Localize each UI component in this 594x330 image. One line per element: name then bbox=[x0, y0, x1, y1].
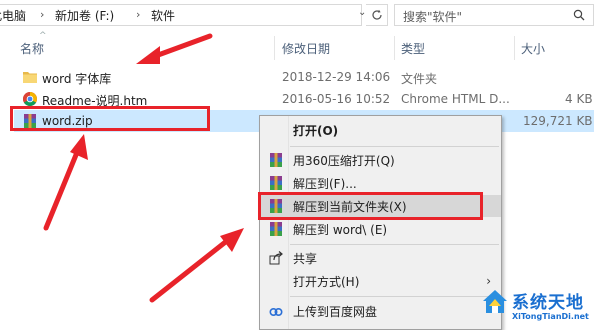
house-logo-icon bbox=[483, 290, 507, 313]
menu-item-label: 解压到 word\ (E) bbox=[293, 223, 388, 237]
folder-icon bbox=[23, 72, 37, 83]
menu-item-label: 打开(O) bbox=[293, 124, 339, 138]
column-divider[interactable] bbox=[394, 36, 395, 60]
file-name: word 字体库 bbox=[42, 72, 112, 86]
menu-item-open[interactable]: 打开(O) bbox=[260, 119, 501, 141]
column-header-size[interactable]: 大小 bbox=[521, 40, 545, 57]
file-date: 2016-05-16 10:52 bbox=[282, 92, 391, 106]
red-arrow-icon bbox=[149, 228, 244, 303]
menu-divider bbox=[290, 296, 499, 297]
search-box[interactable]: 搜索"软件" bbox=[394, 4, 594, 26]
menu-item-extract-to[interactable]: 解压到(F)... bbox=[260, 172, 501, 194]
winrar-icon bbox=[270, 222, 282, 236]
share-icon bbox=[269, 251, 283, 265]
annotation-box-menu-item bbox=[258, 192, 483, 220]
search-icon[interactable] bbox=[573, 9, 585, 21]
menu-item-extract-folder[interactable]: 解压到 word\ (E) bbox=[260, 218, 501, 240]
breadcrumb-separator-icon[interactable]: › bbox=[40, 8, 44, 21]
file-size: 129,721 KB bbox=[523, 114, 593, 128]
winrar-icon bbox=[270, 153, 282, 167]
menu-item-share[interactable]: 共享 bbox=[260, 247, 501, 269]
breadcrumb-folder[interactable]: 软件 bbox=[151, 9, 175, 23]
search-input[interactable]: 搜索"软件" bbox=[403, 8, 462, 25]
refresh-icon bbox=[371, 9, 382, 20]
menu-item-label: 打开方式(H) bbox=[293, 275, 360, 289]
menu-item-label: 上传到百度网盘 bbox=[293, 305, 378, 319]
file-date: 2018-12-29 14:06 bbox=[282, 70, 391, 84]
column-header-date[interactable]: 修改日期 bbox=[282, 40, 330, 57]
column-divider[interactable] bbox=[274, 36, 275, 60]
address-bar[interactable]: 此电脑 › 新加卷 (F:) › 软件 bbox=[0, 4, 362, 26]
menu-item-open-with[interactable]: 打开方式(H) › bbox=[260, 270, 501, 292]
breadcrumb-separator-icon[interactable]: › bbox=[136, 8, 140, 21]
red-arrow-icon bbox=[136, 33, 213, 64]
address-bar-area: 此电脑 › 新加卷 (F:) › 软件 ⌄ 搜索"软件" bbox=[0, 0, 594, 32]
menu-item-open-360[interactable]: 用360压缩打开(Q) bbox=[260, 149, 501, 171]
column-header-name[interactable]: 名称 bbox=[20, 40, 44, 57]
context-menu: 打开(O) 用360压缩打开(Q) 解压到(F)... 解压到当前文件夹(X) … bbox=[259, 115, 502, 330]
column-header-type[interactable]: 类型 bbox=[401, 40, 425, 57]
column-divider[interactable] bbox=[514, 36, 515, 60]
breadcrumb-drive[interactable]: 新加卷 (F:) bbox=[55, 9, 114, 23]
annotation-box-file bbox=[10, 106, 210, 131]
file-type: 文件夹 bbox=[401, 72, 438, 86]
menu-divider bbox=[290, 244, 499, 245]
file-type: Chrome HTML D... bbox=[401, 92, 510, 106]
red-arrow-icon bbox=[43, 134, 88, 231]
watermark-title: 系统天地 bbox=[512, 293, 584, 313]
refresh-button[interactable] bbox=[366, 4, 388, 26]
menu-item-label: 解压到(F)... bbox=[293, 177, 357, 191]
watermark-subtitle: XiTongTianDi.net bbox=[512, 312, 589, 321]
baidu-cloud-icon bbox=[269, 308, 283, 317]
chrome-icon bbox=[23, 92, 37, 106]
winrar-icon bbox=[270, 176, 282, 190]
breadcrumb-this-pc[interactable]: 此电脑 bbox=[0, 9, 26, 23]
file-size: 4 KB bbox=[565, 92, 593, 106]
menu-item-label: 用360压缩打开(Q) bbox=[293, 154, 395, 168]
menu-divider bbox=[290, 146, 499, 147]
menu-item-label: 共享 bbox=[293, 252, 318, 266]
watermark-logo: 系统天地 XiTongTianDi.net bbox=[476, 282, 594, 330]
menu-item-upload-baidu[interactable]: 上传到百度网盘 bbox=[260, 300, 501, 322]
file-row-folder[interactable]: word 字体库 2018-12-29 14:06 文件夹 bbox=[14, 66, 594, 88]
